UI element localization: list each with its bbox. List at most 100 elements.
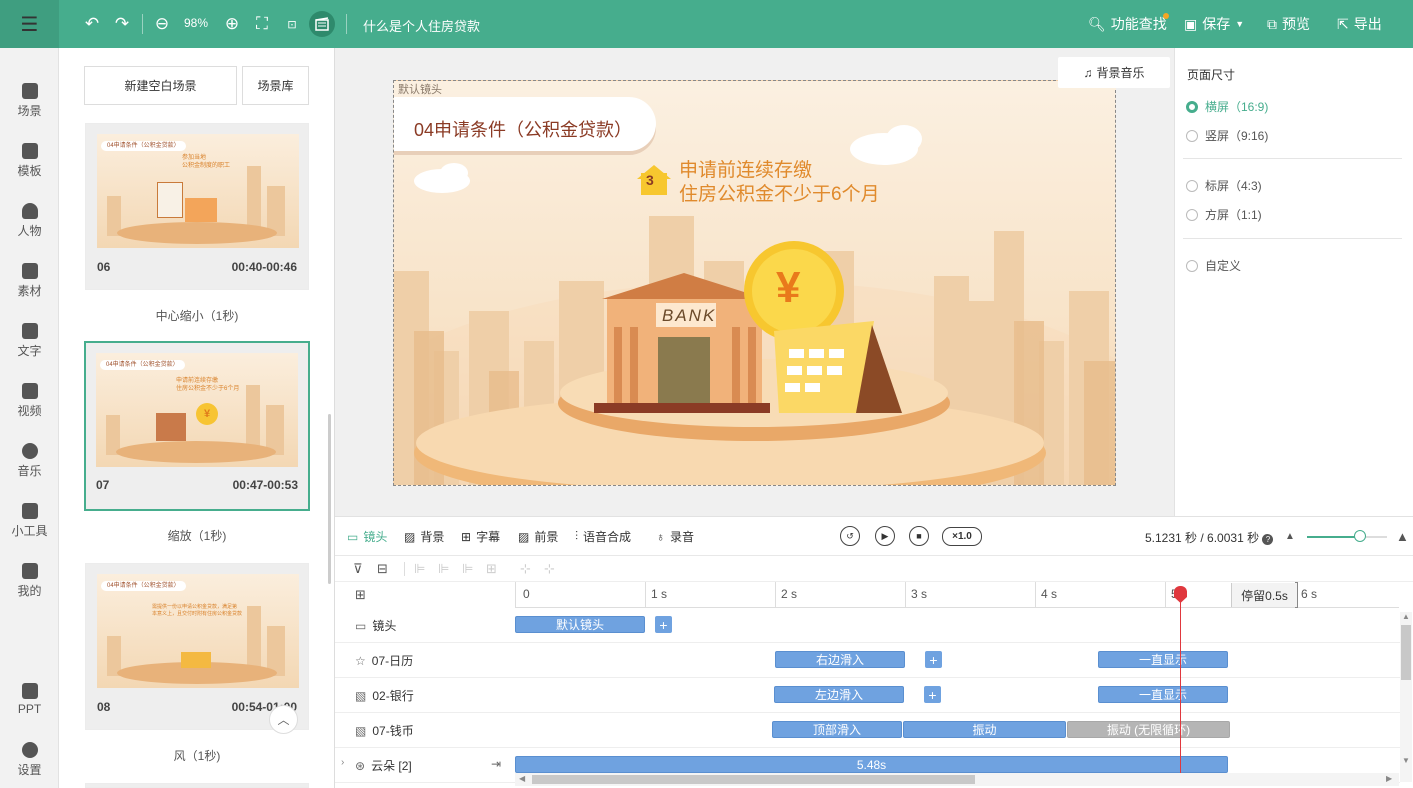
scene-panel-scrollbar[interactable]	[328, 414, 331, 584]
find-feature-button[interactable]: 🔍︎ 功能查找	[1088, 13, 1167, 35]
bank-sign: BANK	[662, 306, 717, 325]
nav-mine[interactable]: 我的	[0, 563, 59, 599]
tracks-icon[interactable]: ⊞	[355, 587, 366, 603]
nav-video[interactable]: 视频	[0, 383, 59, 419]
tab-tts[interactable]: ⫶ 语音合成	[575, 528, 631, 545]
nav-text[interactable]: 文字	[0, 323, 59, 359]
tab-foreground[interactable]: ▨ 前景	[518, 528, 558, 545]
clip-cloud-duration[interactable]: 5.48s	[515, 756, 1228, 773]
radio-custom[interactable]: 自定义	[1186, 257, 1241, 274]
scene-card-06[interactable]: 04申请条件（公积金贷款） 参加当地 公积金制度的职工 06 00:40-00:…	[85, 123, 309, 290]
align-right-icon[interactable]: ⊫	[462, 561, 473, 577]
gear-icon	[21, 742, 38, 758]
align-left-icon[interactable]: ⊫	[414, 561, 425, 577]
play-button[interactable]: ▶	[875, 526, 895, 546]
align-center-icon[interactable]: ⊫	[438, 561, 449, 577]
zoom-out-timeline-icon[interactable]: ▲	[1285, 531, 1295, 542]
clip-slide-left[interactable]: 左边滑入	[774, 686, 904, 703]
track-label-calendar[interactable]: ☆ 07-日历	[355, 652, 413, 669]
menu-icon[interactable]: ☰	[0, 0, 59, 48]
timeline-hscroll-thumb[interactable]	[532, 775, 975, 784]
document-title[interactable]: 什么是个人住房贷款	[363, 16, 480, 35]
tab-background[interactable]: ▨ 背景	[404, 528, 444, 545]
text-line-2[interactable]: 住房公积金不少于6个月	[679, 179, 880, 206]
scene-thumbnail: 04申请条件（公积金贷款） 需提供一份以申请公积金贷款，满足第 本意义上，且交付…	[97, 574, 299, 688]
speed-button[interactable]: ×1.0	[942, 527, 982, 546]
scroll-up-arrow-icon[interactable]: ▲	[1402, 612, 1410, 621]
save-button[interactable]: ▣ 保存 ▼	[1184, 13, 1244, 35]
scroll-right-arrow-icon[interactable]: ▶	[1386, 774, 1392, 783]
radio-portrait[interactable]: 竖屏（9:16)	[1186, 127, 1268, 144]
stage-canvas[interactable]: 04申请条件（公积金贷款） 3 申请前连续存缴 住房公积金不少于6个月 BANK…	[393, 80, 1116, 486]
divider	[1183, 158, 1402, 159]
export-button[interactable]: ⇱ 导出	[1337, 13, 1382, 35]
nav-character[interactable]: 人物	[0, 203, 59, 239]
radio-standard[interactable]: 标屏（4:3)	[1186, 177, 1262, 194]
nav-scene[interactable]: 场景	[0, 83, 59, 119]
clip-top-slide[interactable]: 顶部滑入	[772, 721, 902, 738]
track-label-bank[interactable]: ▧ 02-银行	[355, 687, 414, 704]
enter-group-icon[interactable]: ⇥	[491, 757, 501, 771]
scene-library-button[interactable]: 场景库	[242, 66, 309, 105]
properties-panel	[1174, 48, 1413, 516]
zoom-in-timeline-icon[interactable]: ▲	[1396, 529, 1409, 544]
clip-always-show[interactable]: 一直显示	[1098, 651, 1228, 668]
clip-slide-right[interactable]: 右边滑入	[775, 651, 905, 668]
scene-card-07[interactable]: 04申请条件（公积金贷款） 申请前连续存缴 住房公积金不少于6个月 ¥ 07 0…	[84, 341, 310, 511]
fullscreen-icon[interactable]: ⛶	[250, 12, 274, 36]
zoom-in-icon[interactable]: ⊕	[220, 12, 244, 36]
clip-shake-loop[interactable]: 振动 (无限循环)	[1067, 721, 1230, 738]
actual-size-icon[interactable]: ⊡	[280, 12, 304, 36]
scroll-up-button[interactable]: ︿	[269, 705, 298, 734]
expand-icon[interactable]: ›	[341, 757, 344, 768]
tab-record[interactable]: ♁ 录音	[656, 528, 694, 545]
scene-title[interactable]: 04申请条件（公积金贷款）	[414, 116, 632, 142]
track-label-cloud[interactable]: ⊛ 云朵 [2]	[355, 757, 412, 774]
zoom-out-icon[interactable]: ⊖	[150, 12, 174, 36]
layer-icon[interactable]: ⊹	[520, 561, 531, 577]
replay-button[interactable]: ↺	[840, 526, 860, 546]
scroll-left-arrow-icon[interactable]: ◀	[519, 774, 525, 783]
undo-icon[interactable]: ↶	[80, 12, 104, 36]
track-label-coin[interactable]: ▧ 07-钱币	[355, 722, 414, 739]
clip-default-camera[interactable]: 默认镜头	[515, 616, 645, 633]
timeline-vscroll-thumb[interactable]	[1401, 625, 1411, 680]
clip-always-show[interactable]: 一直显示	[1098, 686, 1228, 703]
nav-ppt[interactable]: PPT	[0, 683, 59, 716]
nav-settings[interactable]: 设置	[0, 742, 59, 778]
timeline-zoom-knob[interactable]	[1354, 530, 1366, 542]
distribute-icon[interactable]: ⊞	[486, 561, 497, 577]
text-line-1[interactable]: 申请前连续存缴	[679, 155, 812, 182]
scroll-down-arrow-icon[interactable]: ▼	[1402, 756, 1410, 765]
preview-button[interactable]: ⧉ 预览	[1267, 13, 1310, 35]
nav-material[interactable]: 素材	[0, 263, 59, 299]
transition-caption[interactable]: 中心缩小（1秒)	[85, 307, 309, 324]
ungroup-icon[interactable]: ⊹	[544, 561, 555, 577]
transition-caption[interactable]: 风（1秒)	[85, 747, 309, 764]
background-music-button[interactable]: ♫ 背景音乐	[1058, 57, 1170, 88]
nav-music[interactable]: 音乐	[0, 443, 59, 479]
scene-card-next[interactable]	[85, 783, 309, 788]
pause-duration[interactable]: 停留0.5s	[1231, 583, 1297, 607]
nav-tools[interactable]: 小工具	[0, 503, 59, 539]
filter-icon[interactable]: ⊽	[353, 561, 363, 577]
new-blank-scene-button[interactable]: 新建空白场景	[84, 66, 237, 105]
scene-card-08[interactable]: 04申请条件（公积金贷款） 需提供一份以申请公积金贷款，满足第 本意义上，且交付…	[85, 563, 309, 730]
group-icon[interactable]: ⊟	[377, 561, 388, 577]
clip-shake[interactable]: 振动	[903, 721, 1066, 738]
tab-subtitle[interactable]: ⊞ 字幕	[461, 528, 500, 545]
radio-landscape[interactable]: 横屏（16:9)	[1186, 98, 1268, 115]
stop-button[interactable]: ■	[909, 526, 929, 546]
add-animation-button[interactable]: +	[925, 651, 942, 668]
add-animation-button[interactable]: +	[924, 686, 941, 703]
nav-template[interactable]: 模板	[0, 143, 59, 179]
track-label-camera[interactable]: ▭ 镜头	[355, 617, 396, 634]
clapper-icon[interactable]	[309, 11, 335, 37]
add-camera-button[interactable]: +	[655, 616, 672, 633]
help-icon[interactable]: ?	[1262, 534, 1274, 545]
redo-icon[interactable]: ↷	[110, 12, 134, 36]
transition-caption[interactable]: 缩放（1秒)	[85, 527, 309, 544]
radio-square[interactable]: 方屏（1:1)	[1186, 206, 1262, 223]
template-icon	[21, 143, 38, 159]
tab-camera[interactable]: ▭ 镜头	[347, 528, 387, 545]
